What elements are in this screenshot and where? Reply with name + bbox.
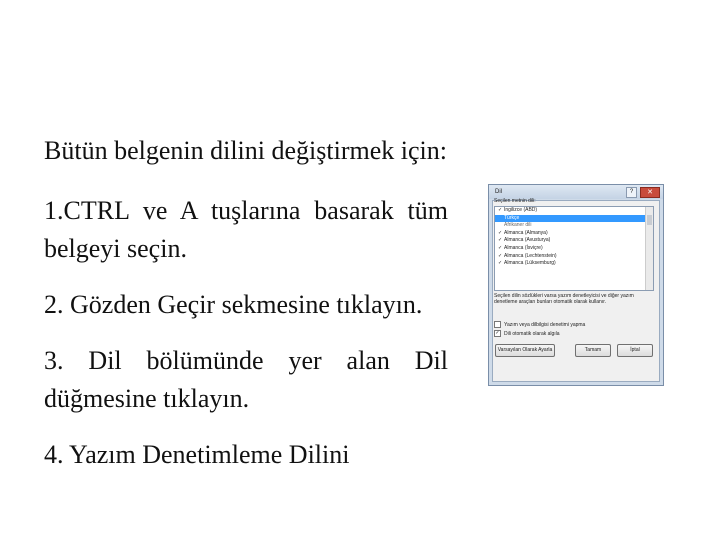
language-label: Almanca (Lüksemburg) [504,260,556,267]
language-label: İngilizce (ABD) [504,207,538,213]
paragraph-intro: Bütün belgenin dilini değiştirmek için: [44,136,447,165]
paragraph-step-1: 1.CTRL ve A tuşlarına basarak tüm belgey… [44,196,448,263]
paragraph-step-2: 2. Gözden Geçir sekmesine tıklayın. [44,290,423,319]
no-proof-label: Yazım veya dilbilgisi denetimi yapma [504,321,586,328]
language-list-item[interactable]: Afrikaner dili [495,222,653,230]
help-button[interactable]: ? [626,187,637,198]
instruction-text: Bütün belgenin dilini değiştirmek için: … [44,132,448,474]
language-list-item[interactable]: ✓ Almanca (Avusturya) [495,237,653,245]
autodetect-label: Dili otomatik olarak algıla [504,330,560,337]
set-default-button[interactable]: Varsayılan Olarak Ayarla [495,344,555,357]
language-items: ✓ İngilizce (ABD) Türkçe Afrikaner dili ✓ Alm… [495,207,653,268]
ok-button[interactable]: Tamam [575,344,611,357]
language-dialog-screenshot: Dil ? ✕ Seçilen metnin dili: ✓ İngilizce … [488,184,664,386]
dialog-titlebar: Dil ? ✕ [489,185,663,199]
language-label: Afrikaner dili [504,222,532,229]
paragraph-step-3: 3. Dil bölümünde yer alan Dil düğmesine … [44,346,448,413]
dialog-title: Dil [495,189,502,195]
cancel-button[interactable]: İptal [617,344,653,357]
autodetect-checkbox[interactable]: ✓ [494,330,501,337]
autodetect-option[interactable]: ✓ Dili otomatik olarak algıla [494,330,560,337]
language-list-item[interactable]: ✓ Almanca (Lüksemburg) [495,260,653,268]
language-label: Almanca (Avusturya) [504,237,551,244]
close-button[interactable]: ✕ [640,187,660,198]
scroll-thumb[interactable] [647,215,652,225]
language-list-item[interactable]: ✓ İngilizce (ABD) [495,207,653,215]
paragraph-step-4: 4. Yazım Denetimleme Dilini [44,440,350,469]
language-label: Almanca (Lechtenstein) [504,252,557,259]
dialog-note: Seçilen dilin sözlükleri varsa yazım den… [494,293,634,305]
language-label: Almanca (Almanya) [504,229,548,236]
no-proof-checkbox[interactable] [494,321,501,328]
no-proof-option[interactable]: Yazım veya dilbilgisi denetimi yapma [494,321,585,328]
language-list-label: Seçilen metnin dili: [494,198,536,204]
language-label: Almanca (İsviçre) [504,244,543,251]
language-label: Türkçe [504,214,520,221]
language-listbox[interactable]: ✓ İngilizce (ABD) Türkçe Afrikaner dili ✓ Alm… [494,206,654,291]
language-list-item[interactable]: Türkçe [495,214,653,223]
language-list-item[interactable]: ✓ Almanca (Almanya) [495,230,653,238]
list-scrollbar[interactable] [645,207,653,290]
language-list-item[interactable]: ✓ Almanca (İsviçre) [495,245,653,253]
language-list-item[interactable]: ✓ Almanca (Lechtenstein) [495,253,653,261]
